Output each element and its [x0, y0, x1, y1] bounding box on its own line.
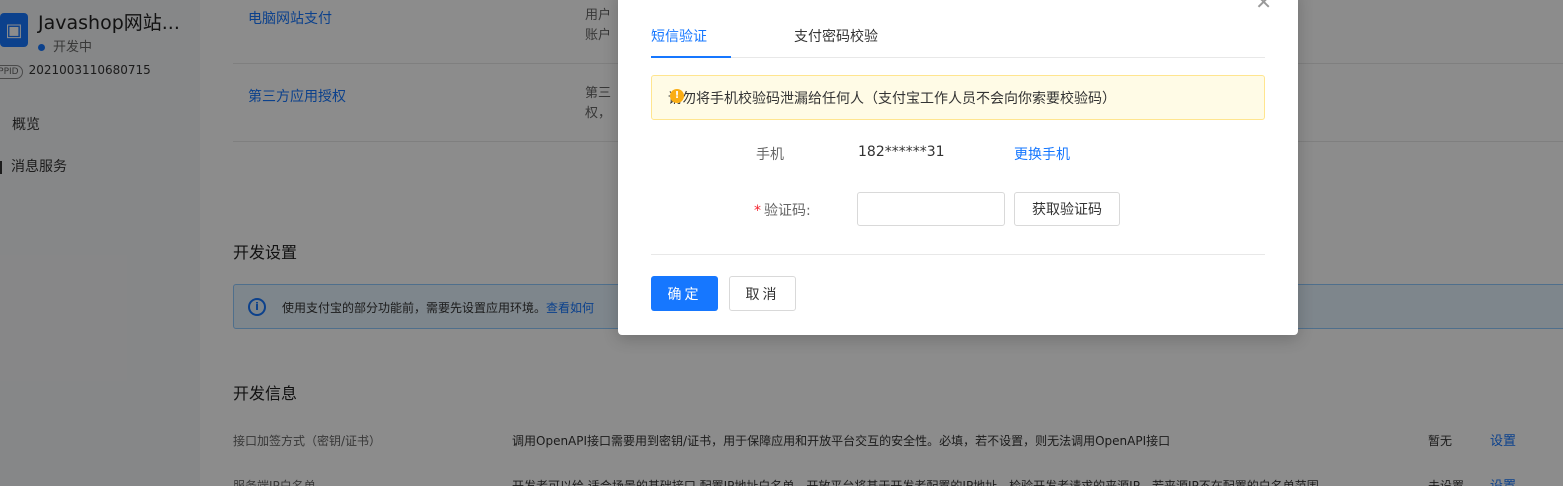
warning-text: 请勿将手机校验码泄漏给任何人（支付宝工作人员不会向你索要校验码）: [668, 91, 1116, 107]
phone-value: 182******31: [858, 144, 945, 160]
tab-bar: 短信验证 支付密码校验: [651, 18, 1265, 58]
phone-label: 手机: [756, 147, 784, 163]
required-mark: *: [754, 203, 761, 219]
active-tab-indicator: [651, 56, 731, 58]
cancel-button[interactable]: 取消: [729, 276, 796, 311]
divider: [651, 254, 1265, 255]
tab-label: 短信验证: [651, 29, 707, 45]
code-label: * 验证码:: [754, 200, 811, 220]
tab-sms-verification[interactable]: 短信验证: [651, 26, 707, 46]
verification-code-input[interactable]: [857, 192, 1005, 226]
verification-modal: ✕ 短信验证 支付密码校验 请勿将手机校验码泄漏给任何人（支付宝工作人员不会向你…: [618, 0, 1298, 335]
confirm-button[interactable]: 确定: [651, 276, 718, 311]
code-label-text: 验证码:: [764, 203, 811, 219]
tab-payment-password[interactable]: 支付密码校验: [794, 26, 878, 46]
get-code-button[interactable]: 获取验证码: [1014, 192, 1120, 226]
change-phone-link[interactable]: 更换手机: [1014, 144, 1070, 164]
warning-icon: !: [670, 89, 684, 103]
warning-alert: 请勿将手机校验码泄漏给任何人（支付宝工作人员不会向你索要校验码） !: [651, 75, 1265, 120]
close-icon[interactable]: ✕: [1255, 0, 1272, 14]
